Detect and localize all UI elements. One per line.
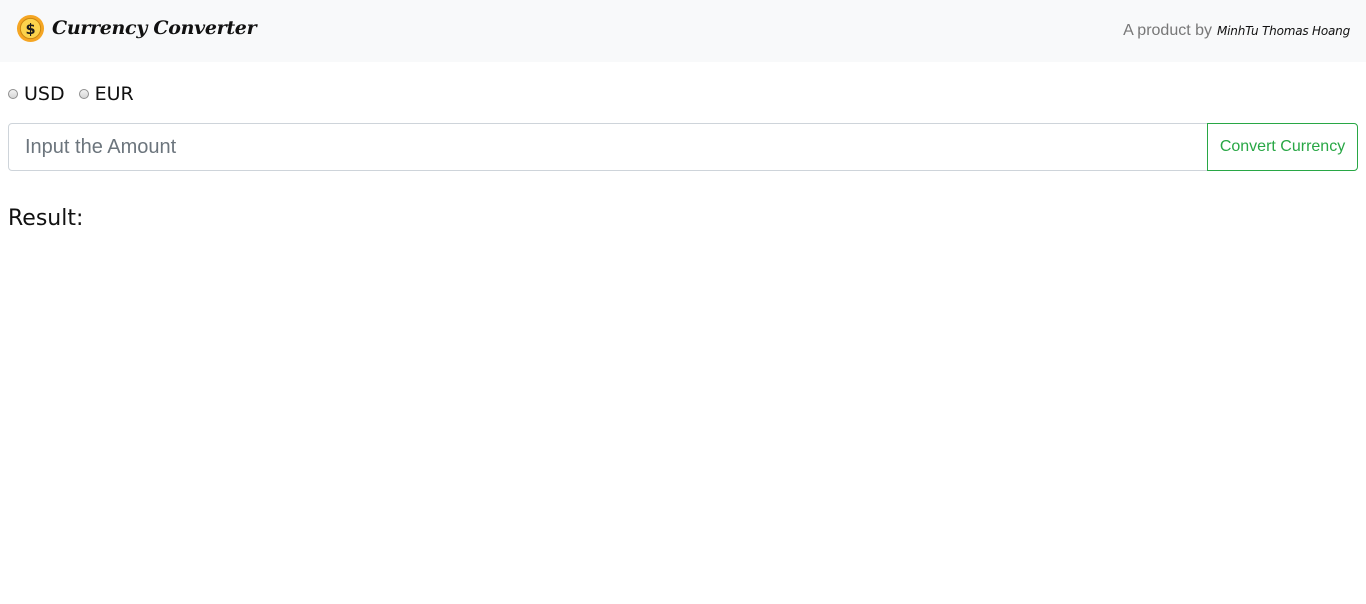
- radio-eur-label[interactable]: EUR: [95, 82, 134, 106]
- currency-radio-group: USD EUR: [8, 82, 134, 106]
- radio-eur-circle[interactable]: [78, 89, 89, 99]
- radio-usd-circle[interactable]: [8, 89, 18, 99]
- credit-author: MinhTu Thomas Hoang: [1217, 24, 1350, 38]
- top-navbar: $ Currency Converter A product by MinhTu…: [0, 0, 1366, 62]
- author-credit: A product by MinhTu Thomas Hoang: [1123, 22, 1350, 42]
- radio-usd[interactable]: USD: [8, 82, 65, 106]
- credit-prefix: A product by: [1123, 22, 1213, 39]
- convert-currency-button[interactable]: Convert Currency: [1207, 123, 1358, 171]
- brand-link[interactable]: $ Currency Converter: [16, 12, 257, 44]
- brand-title: Currency Converter: [52, 17, 257, 39]
- radio-usd-label[interactable]: USD: [24, 82, 65, 106]
- radio-eur[interactable]: EUR: [78, 82, 134, 106]
- amount-input[interactable]: [8, 123, 1208, 171]
- svg-text:$: $: [25, 21, 35, 37]
- result-heading: Result:: [8, 206, 84, 231]
- dollar-coin-icon: $: [16, 14, 45, 42]
